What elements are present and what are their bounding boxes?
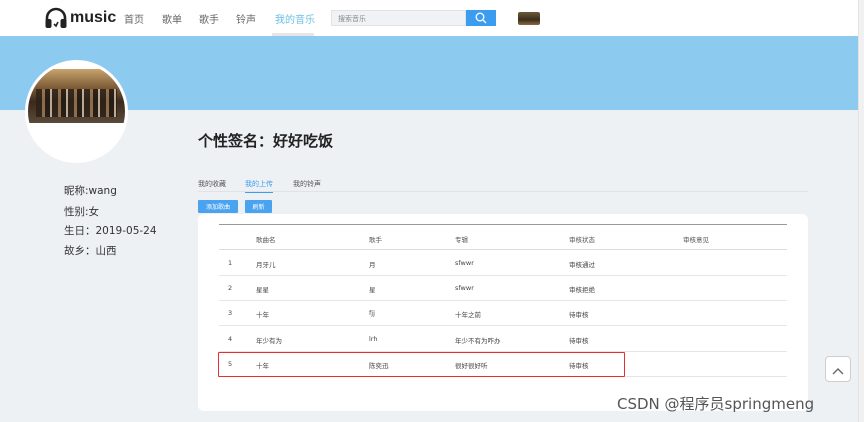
cell-song: 年少有为 [256, 337, 282, 345]
top-nav: music 首页 歌单 歌手 铃声 我的音乐 搜索音乐 [0, 0, 864, 36]
tab-ringtones[interactable]: 我的铃声 [293, 179, 321, 189]
cell-singer: fjj [369, 309, 375, 317]
watermark: CSDN @程序员springmeng [617, 395, 815, 413]
profile-avatar [25, 60, 128, 163]
cell-status: 待审核 [569, 311, 589, 319]
cell-index: 3 [228, 309, 233, 317]
profile-banner [0, 36, 858, 110]
chevron-up-icon [832, 360, 844, 379]
cell-singer: lrh [369, 335, 378, 343]
tab-uploads[interactable]: 我的上传 [245, 179, 273, 193]
nickname: 昵称:wang [64, 185, 117, 197]
cell-album: 年少不有为咋办 [455, 337, 501, 345]
nav-singers[interactable]: 歌手 [199, 11, 219, 26]
cell-singer: 星 [369, 286, 376, 294]
cell-status: 待审核 [569, 337, 589, 345]
header-opinion: 审核意见 [683, 236, 709, 244]
highlight-box [218, 352, 625, 377]
cell-album: sfwwr [455, 284, 474, 292]
cell-album: sfwwr [455, 259, 474, 267]
refresh-button[interactable]: 刷新 [245, 200, 272, 213]
logo-text: music [70, 9, 117, 26]
table-row[interactable]: 3 十年 fjj 十年之前 待审核 [219, 300, 787, 326]
table-row[interactable]: 4 年少有为 lrh 年少不有为咋办 待审核 [219, 326, 787, 352]
cell-song: 十年 [256, 311, 269, 319]
search-button[interactable] [466, 10, 496, 26]
add-song-button[interactable]: 添加歌曲 [198, 200, 238, 213]
tab-bar: 我的收藏 我的上传 我的铃声 [198, 176, 808, 193]
cell-index: 2 [228, 284, 233, 292]
search-icon [475, 9, 487, 28]
search-input[interactable]: 搜索音乐 [331, 10, 466, 26]
gender: 性别:女 [64, 206, 100, 218]
scrollbar[interactable] [858, 0, 864, 422]
headphones-icon [44, 7, 68, 29]
cell-singer: 月 [369, 261, 376, 269]
birthday: 生日：2019-05-24 [64, 225, 157, 237]
profile-photo [28, 69, 125, 123]
cell-song: 月牙儿 [256, 261, 276, 269]
cell-song: 星星 [256, 286, 269, 294]
cell-album: 十年之前 [455, 311, 481, 319]
table-row[interactable]: 1 月牙儿 月 sfwwr 审核通过 [219, 250, 787, 276]
header-status: 审核状态 [569, 236, 595, 244]
logo[interactable]: music [44, 7, 116, 29]
header-singer: 歌手 [369, 236, 382, 244]
header-album: 专辑 [455, 236, 468, 244]
nav-ringtones[interactable]: 铃声 [236, 11, 256, 26]
cell-index: 4 [228, 335, 233, 343]
table-row[interactable]: 2 星星 星 sfwwr 审核拒绝 [219, 275, 787, 301]
back-to-top-button[interactable] [825, 356, 851, 382]
cell-status: 审核拒绝 [569, 286, 595, 294]
user-avatar[interactable] [518, 12, 540, 25]
signature: 个性签名：好好吃饭 [198, 132, 334, 150]
nav-playlists[interactable]: 歌单 [162, 11, 182, 26]
tab-favorites[interactable]: 我的收藏 [198, 179, 226, 189]
header-song: 歌曲名 [256, 236, 276, 244]
table-header: 歌曲名 歌手 专辑 审核状态 审核意见 [219, 224, 787, 250]
cell-status: 审核通过 [569, 261, 595, 269]
nav-home[interactable]: 首页 [124, 11, 144, 26]
cell-index: 1 [228, 259, 233, 267]
nav-my-music[interactable]: 我的音乐 [275, 11, 315, 26]
hometown: 故乡：山西 [64, 245, 117, 257]
